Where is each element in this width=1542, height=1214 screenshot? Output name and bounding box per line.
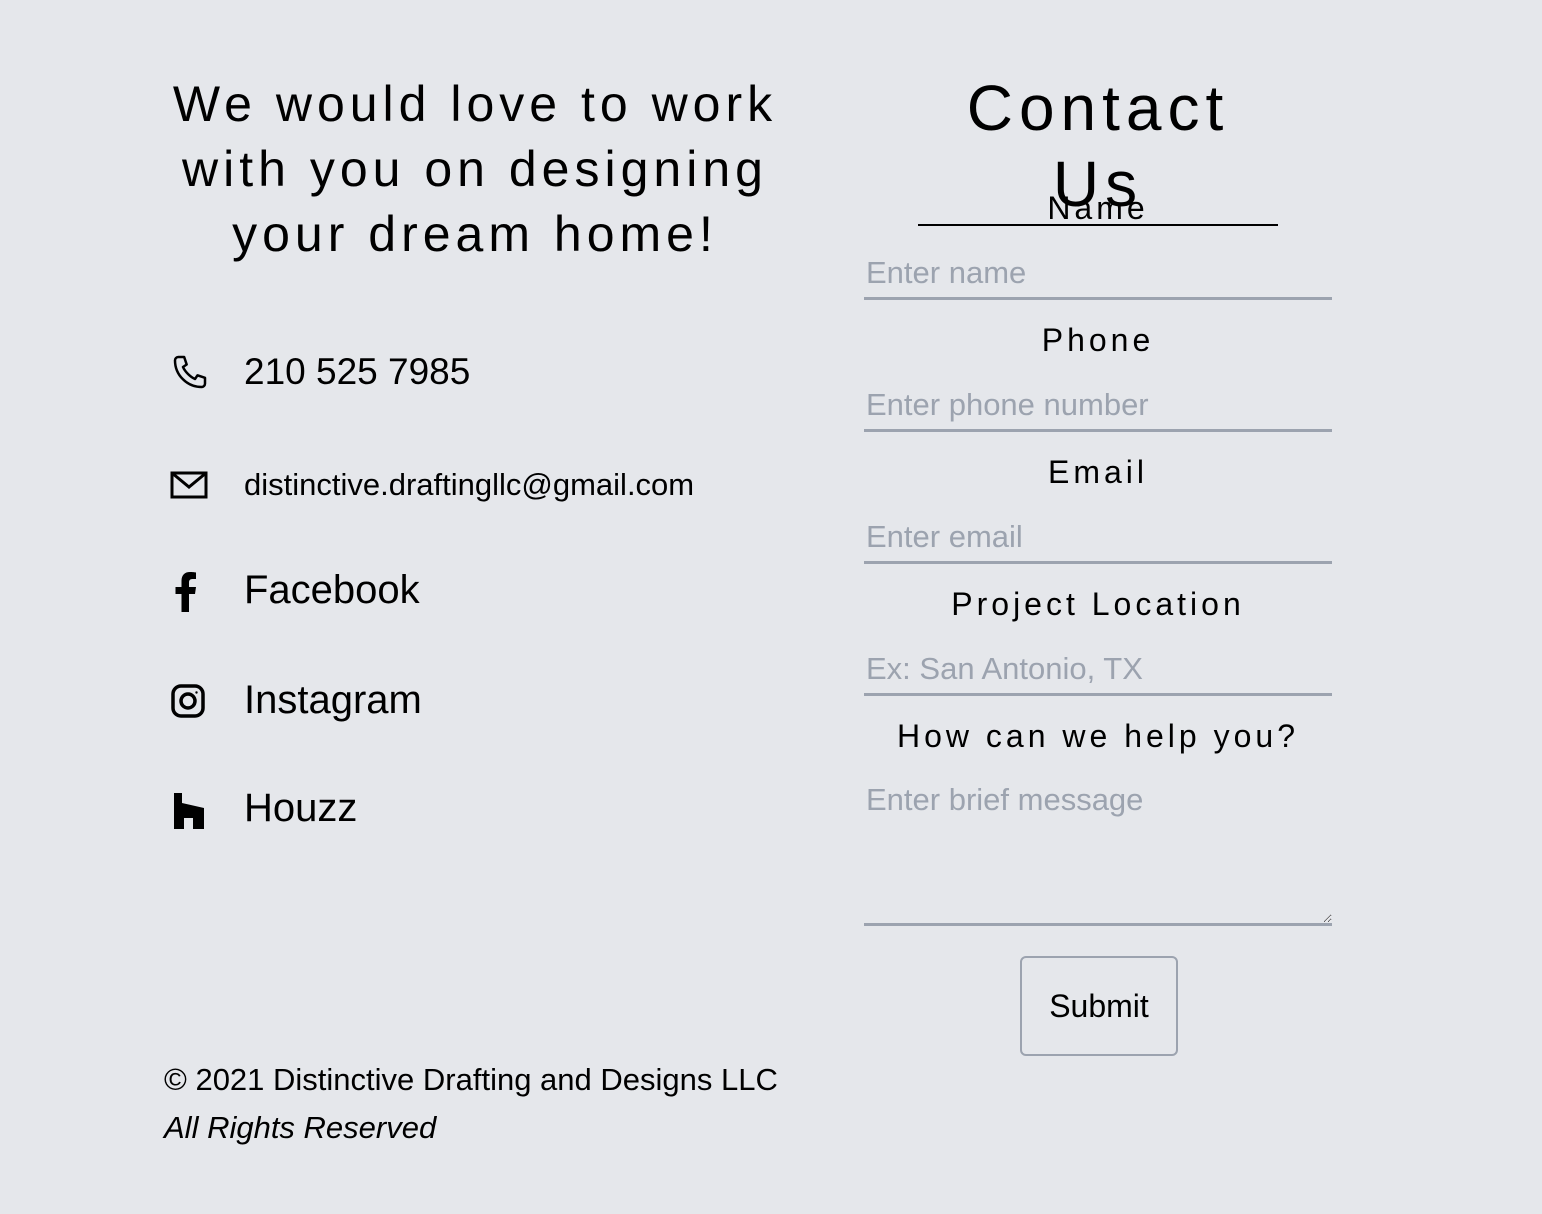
contact-houzz[interactable]: Houzz [170,786,357,831]
contact-facebook[interactable]: Facebook [170,568,420,613]
contact-instagram[interactable]: Instagram [170,678,422,723]
contact-phone[interactable]: 210 525 7985 [170,350,470,394]
name-label: Name [1047,190,1149,226]
message-label: How can we help you? [897,718,1299,754]
phone-number[interactable]: 210 525 7985 [244,351,470,393]
email-label: Email [1047,454,1148,490]
rights-reserved-text: All Rights Reserved [164,1110,437,1145]
email-address[interactable]: distinctive.draftingllc@gmail.com [244,467,694,503]
email-field[interactable] [864,516,1332,564]
copyright-text: © 2021 Distinctive Drafting and Designs … [164,1062,778,1097]
mail-icon [170,463,214,507]
project-location-field[interactable] [864,648,1332,696]
submit-button[interactable]: Submit [1020,956,1178,1056]
name-field[interactable] [864,252,1332,300]
tagline-heading: We would love to work with you on design… [172,76,778,262]
facebook-icon [170,569,214,613]
instagram-icon [170,679,214,723]
phone-label: Phone [1041,322,1155,358]
message-field[interactable] [864,778,1332,926]
houzz-link[interactable]: Houzz [244,786,357,831]
project-location-label: Project Location [951,586,1245,622]
phone-icon [170,350,214,394]
contact-email[interactable]: distinctive.draftingllc@gmail.com [170,463,694,507]
houzz-icon [170,787,214,831]
copyright-notice: © 2021 Distinctive Drafting and Designs … [164,1056,784,1152]
facebook-link[interactable]: Facebook [244,568,420,613]
instagram-link[interactable]: Instagram [244,678,422,723]
phone-field[interactable] [864,384,1332,432]
